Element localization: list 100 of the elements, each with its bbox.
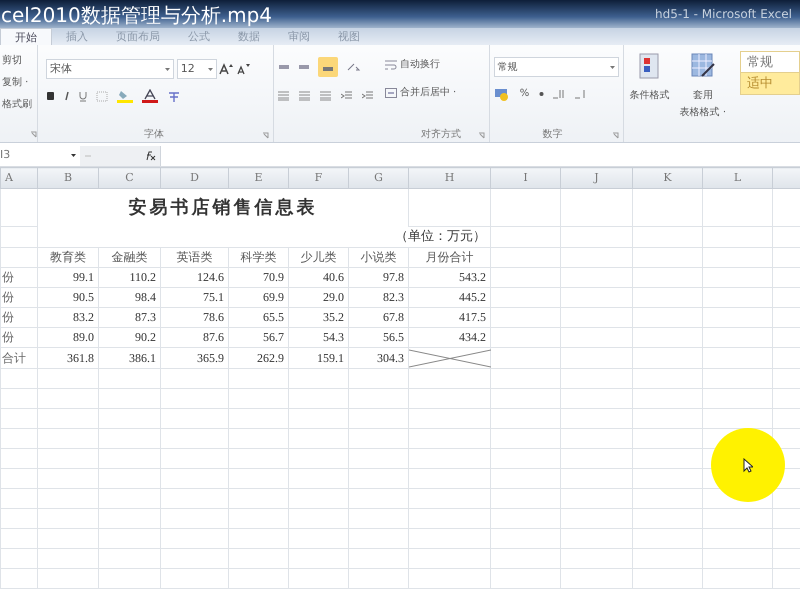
name-box[interactable]: I3 [0,146,80,164]
shrink-font-icon[interactable] [236,63,250,75]
align-top-icon[interactable] [278,62,290,72]
column-header[interactable]: D [160,168,228,188]
align-bottom-icon[interactable] [318,57,338,77]
table-cell: 29.0 [288,287,348,307]
cursor-arrow-icon [743,458,753,472]
row-label: 份 [0,267,38,287]
table-cell: 262.9 [228,347,288,368]
column-header[interactable]: A [0,168,38,188]
table-cell: 417.5 [408,307,490,327]
percent-style-button[interactable]: % [518,86,532,102]
column-header[interactable]: K [632,168,702,188]
table-cell: 69.9 [228,287,288,307]
table-cell: 70.9 [228,267,288,287]
clipboard-button[interactable]: 剪切 [0,53,37,69]
borders-icon[interactable] [96,90,108,102]
ribbon-tab[interactable]: 开始 [0,28,52,45]
number-format-field[interactable]: 常规 [494,57,619,77]
table-cell: 386.1 [98,347,160,368]
cell-style-swatch[interactable]: 适中 [740,73,800,95]
row-label: 合计 [0,347,38,368]
phonetic-icon[interactable] [166,90,181,102]
fill-color-icon[interactable] [116,89,133,103]
clipboard-button[interactable]: 格式刷 [0,97,37,113]
column-header[interactable]: C [98,168,160,188]
font-color-icon[interactable] [142,89,158,103]
dropdown-icon[interactable] [208,68,213,70]
column-label: 月份合计 [408,247,490,267]
dropdown-icon [71,154,76,157]
column-header[interactable]: F [288,168,348,188]
group-label: 对齐方式 [421,128,462,142]
accounting-format-icon[interactable] [494,87,510,101]
bold-icon[interactable] [46,91,55,101]
font-size-field[interactable]: 12 [176,59,217,79]
comma-style-icon[interactable] [539,91,544,97]
group-label: 字体 [144,128,164,142]
align-left-icon[interactable] [278,91,289,101]
dialog-launcher-icon[interactable] [30,130,37,138]
table-cell: 365.9 [160,347,228,368]
column-label: 小说类 [348,247,408,267]
italic-icon[interactable] [64,91,70,101]
insert-function-icon[interactable] [144,150,156,160]
table-cell: 110.2 [98,267,160,287]
table-cell: 445.2 [408,287,490,307]
row-label: 份 [0,287,38,307]
column-label: 科学类 [228,247,288,267]
increase-indent-icon[interactable] [362,91,373,101]
group-label: 数字 [542,128,563,142]
column-header[interactable]: B [38,168,98,188]
clipboard-button[interactable]: 复制 · [0,75,37,91]
align-right-icon[interactable] [320,91,331,101]
merge-center-button[interactable]: 合并后居中 · [382,85,458,101]
ribbon-tab[interactable]: 数据 [224,28,274,45]
column-header[interactable]: I [490,168,560,188]
ribbon-tab[interactable]: 插入 [52,28,102,45]
ribbon-tab[interactable]: 视图 [324,28,374,45]
underline-icon[interactable] [78,90,87,102]
table-cell: 98.4 [98,287,160,307]
table-cell: 124.6 [160,267,228,287]
table-cell: 90.5 [38,287,98,307]
ribbon-tab[interactable]: 页面布局 [102,28,174,45]
table-cell: 65.5 [228,307,288,327]
decrease-indent-icon[interactable] [340,91,352,101]
dialog-launcher-icon[interactable] [612,132,619,138]
dropdown-icon[interactable] [610,66,615,68]
dropdown-icon[interactable] [164,68,170,70]
dialog-launcher-icon[interactable] [478,132,485,138]
column-label: 英语类 [160,247,228,267]
wrap-text-icon [384,60,397,70]
table-cell: 75.1 [160,287,228,307]
dialog-launcher-icon[interactable] [262,132,269,138]
column-header[interactable]: J [560,168,632,188]
table-cell: 35.2 [288,307,348,327]
center-icon[interactable] [298,91,310,101]
table-cell: 56.5 [348,327,408,347]
table-cell: 87.3 [98,307,160,327]
conditional-format-button[interactable]: 条件格式 [628,51,672,142]
align-middle-icon[interactable] [298,62,310,72]
cell-style-swatch[interactable]: 常规 [740,51,800,73]
window-title: hd5-1 - Microsoft Excel [655,6,792,23]
ribbon-tab[interactable]: 审阅 [274,28,324,45]
ribbon-tab[interactable]: 公式 [174,28,224,45]
column-header[interactable]: L [702,168,772,188]
table-cell: 40.6 [288,267,348,287]
wrap-text-button[interactable]: 自动换行 [382,57,458,73]
table-cell: 159.1 [288,347,348,368]
font-name-field[interactable]: 宋体 [46,59,174,79]
column-header[interactable]: G [348,168,408,188]
table-cell: 543.2 [408,267,490,287]
table-format-button[interactable]: 套用 表格格式 · [678,51,728,142]
column-header[interactable]: E [228,168,288,188]
column-header[interactable]: H [408,168,490,188]
table-cell: 90.2 [98,327,160,347]
table-cell: 361.8 [38,347,98,368]
increase-decimal-icon[interactable] [552,88,566,100]
table-cell: 78.6 [160,307,228,327]
table-cell: 304.3 [348,347,408,368]
video-title: cel2010数据管理与分析.mp4 [1,2,272,28]
grow-font-icon[interactable] [219,63,234,75]
